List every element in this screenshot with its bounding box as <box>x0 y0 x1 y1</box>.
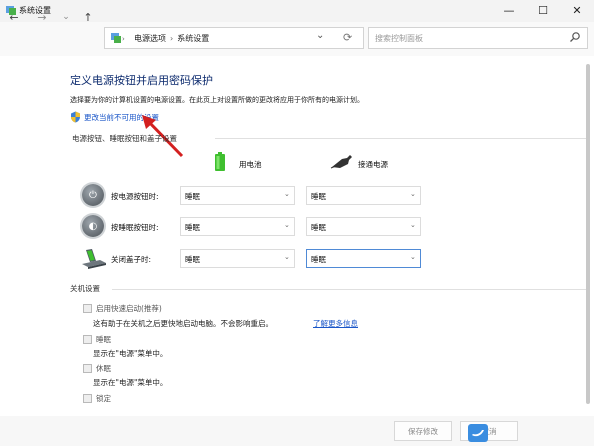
shutdown-group-title: 关机设置 <box>70 284 100 293</box>
lid-close-plugged-value: 睡眠 <box>311 255 326 264</box>
chevron-down-icon: ⌄ <box>284 221 290 229</box>
page-description: 选择要为你的计算机设置的电源设置。在此页上对设置所做的更改将应用于你所有的电源计… <box>70 96 364 104</box>
up-icon[interactable]: ↑ <box>80 9 96 25</box>
sleep-button-label: 按睡眠按钮时: <box>111 223 159 232</box>
lock-checkbox[interactable] <box>83 394 92 403</box>
sleep-button-icon: ◐ <box>82 215 104 237</box>
power-button-label: 按电源按钮时: <box>111 192 159 201</box>
recent-locations-icon[interactable]: ⌄ <box>58 9 74 25</box>
hibernate-checkbox[interactable] <box>83 364 92 373</box>
address-dropdown-icon[interactable]: ⌄ <box>316 30 324 41</box>
power-button-icon: ⏻ <box>82 184 104 206</box>
plugged-column-header: 接通电源 <box>358 160 388 169</box>
group-divider <box>112 289 588 290</box>
chevron-down-icon: ⌄ <box>284 190 290 198</box>
sleep-checkbox[interactable] <box>83 335 92 344</box>
minimize-button[interactable]: — <box>492 0 526 20</box>
breadcrumb-separator: › <box>170 34 174 43</box>
chevron-down-icon: ⌄ <box>410 253 416 261</box>
breadcrumb: 电源选项 › 系统设置 <box>134 33 209 44</box>
sleep-button-plugged-value: 睡眠 <box>311 223 326 232</box>
power-buttons-group-title: 电源按钮、睡眠按钮和盖子设置 <box>72 134 177 143</box>
lock-option-label: 锁定 <box>96 394 111 403</box>
watermark-bird-icon <box>468 424 488 444</box>
laptop-lid-icon <box>80 248 108 272</box>
search-input[interactable]: 搜索控制面板 <box>375 33 423 44</box>
fast-startup-checkbox[interactable] <box>83 304 92 313</box>
back-icon[interactable]: ← <box>6 9 22 25</box>
svg-text:›: › <box>122 35 125 43</box>
breadcrumb-power-options[interactable]: 电源选项 <box>134 34 166 43</box>
plug-icon <box>330 153 354 171</box>
sleep-option-label: 睡眠 <box>96 335 111 344</box>
lid-close-battery-value: 睡眠 <box>185 255 200 264</box>
learn-more-link[interactable]: 了解更多信息 <box>313 318 358 329</box>
uac-shield-icon <box>70 111 81 125</box>
breadcrumb-system-settings[interactable]: 系统设置 <box>177 34 209 43</box>
hibernate-option-label: 休眠 <box>96 364 111 373</box>
close-button[interactable]: ✕ <box>560 0 594 20</box>
power-button-plugged-value: 睡眠 <box>311 192 326 201</box>
battery-icon <box>214 152 226 174</box>
save-changes-button[interactable]: 保存修改 <box>394 421 452 441</box>
search-icon[interactable] <box>569 31 581 45</box>
lid-close-label: 关闭盖子时: <box>111 255 152 264</box>
refresh-icon[interactable]: ⟳ <box>343 31 352 44</box>
fast-startup-description: 这有助于在关机之后更快地启动电脑。不会影响重启。 <box>93 319 273 328</box>
battery-column-header: 用电池 <box>239 160 262 169</box>
forward-icon[interactable]: → <box>34 9 50 25</box>
vertical-scrollbar[interactable] <box>586 64 590 404</box>
page-title: 定义电源按钮并启用密码保护 <box>70 74 213 87</box>
group-divider <box>215 138 589 139</box>
address-location-icon: › <box>110 31 126 47</box>
chevron-down-icon: ⌄ <box>410 190 416 198</box>
chevron-down-icon: ⌄ <box>284 253 290 261</box>
maximize-button[interactable]: ☐ <box>526 0 560 20</box>
sleep-option-description: 显示在"电源"菜单中。 <box>93 349 168 358</box>
power-button-battery-value: 睡眠 <box>185 192 200 201</box>
sleep-button-battery-value: 睡眠 <box>185 223 200 232</box>
fast-startup-label: 启用快速启动(推荐) <box>96 304 162 313</box>
hibernate-option-description: 显示在"电源"菜单中。 <box>93 378 168 387</box>
chevron-down-icon: ⌄ <box>410 221 416 229</box>
